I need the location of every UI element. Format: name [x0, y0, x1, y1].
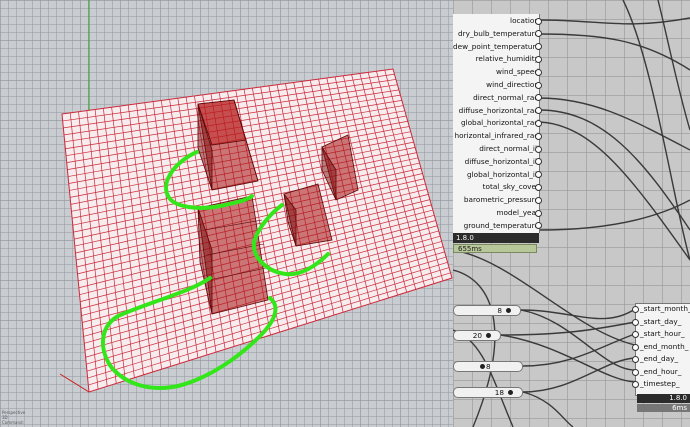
slider-end-hour[interactable]: 18: [453, 387, 523, 398]
slider-start-month[interactable]: 8: [453, 305, 521, 316]
output-ground-temperature[interactable]: ground_temperature: [453, 219, 544, 232]
output-grip[interactable]: [535, 119, 542, 127]
slider-knob[interactable]: [506, 308, 511, 313]
slider-knob[interactable]: [508, 390, 513, 395]
grasshopper-canvas[interactable]: 1.8.0 655ms 8 20 8 18 1.8.0 6ms location…: [453, 0, 690, 427]
output-grip[interactable]: [535, 183, 542, 191]
output-diffuse-horizontal-rad[interactable]: diffuse_horizontal_rad: [453, 104, 544, 117]
slider-value: 20: [472, 331, 482, 340]
input-start-hour[interactable]: _start_hour_: [637, 328, 685, 340]
input-grip[interactable]: [632, 306, 639, 313]
rhino-viewport[interactable]: Perspective 3D Command:: [0, 0, 453, 427]
analysis-runtime: 6ms: [637, 404, 690, 412]
output-direct-normal-rad[interactable]: direct_normal_rad: [453, 91, 544, 104]
output-location[interactable]: location: [453, 14, 544, 27]
input-end-day[interactable]: _end_day_: [637, 353, 678, 365]
output-grip[interactable]: [535, 196, 542, 204]
slider-knob[interactable]: [480, 364, 485, 369]
slider-value: 18: [494, 388, 504, 397]
output-grip[interactable]: [535, 17, 542, 25]
slider-start-day[interactable]: 20: [453, 330, 501, 341]
output-barometric-pressure[interactable]: barometric_pressure: [453, 193, 544, 206]
output-grip[interactable]: [535, 145, 542, 153]
output-grip[interactable]: [535, 132, 542, 140]
input-start-day[interactable]: _start_day_: [637, 316, 681, 328]
input-grip[interactable]: [632, 368, 639, 376]
output-relative-humidity[interactable]: relative_humidity: [453, 52, 544, 65]
input-grip[interactable]: [632, 331, 639, 338]
output-grip[interactable]: [535, 55, 542, 63]
output-total-sky-cover[interactable]: total_sky_cover: [453, 180, 544, 193]
output-model-year[interactable]: model_year: [453, 206, 544, 219]
viewport-scene: [59, 0, 453, 393]
output-grip[interactable]: [535, 68, 542, 76]
viewport-status: Perspective 3D Command:: [2, 410, 26, 425]
output-global-horizontal-rad[interactable]: global_horizontal_rad: [453, 116, 544, 129]
output-wind-speed[interactable]: wind_speed: [453, 65, 544, 78]
component-runtime: 655ms: [453, 244, 537, 253]
output-direct-normal-ill[interactable]: direct_normal_ill: [453, 142, 544, 155]
output-dew-point-temperature[interactable]: dew_point_temperature: [453, 40, 544, 53]
input-grip[interactable]: [632, 356, 639, 363]
output-global-horizontal-ill[interactable]: global_horizontal_ill: [453, 168, 544, 181]
input-grip[interactable]: [632, 318, 639, 326]
output-dry-bulb-temperature[interactable]: dry_bulb_temperature: [453, 27, 544, 40]
output-horizontal-infrared-rad[interactable]: horizontal_infrared_rad: [453, 129, 544, 142]
input-grip[interactable]: [632, 343, 639, 351]
slider-value: 8: [497, 306, 502, 315]
slider-knob[interactable]: [486, 333, 491, 338]
slider-value: 8: [486, 362, 491, 371]
input-timestep[interactable]: _timestep_: [637, 378, 680, 390]
input-end-hour[interactable]: _end_hour_: [637, 366, 681, 378]
output-wind-direction[interactable]: wind_direction: [453, 78, 544, 91]
component-version-bar: 1.8.0: [453, 233, 539, 243]
slider-end-month[interactable]: 8: [453, 361, 523, 372]
input-grip[interactable]: [632, 381, 639, 388]
input-end-month[interactable]: _end_month_: [637, 341, 688, 353]
analysis-version-bar: 1.8.0: [637, 394, 690, 403]
x-axis: [59, 373, 90, 393]
output-grip[interactable]: [535, 209, 542, 217]
output-grip[interactable]: [535, 81, 542, 89]
output-diffuse-horizontal-ill[interactable]: diffuse_horizontal_ill: [453, 155, 544, 168]
input-start-month[interactable]: _start_month_: [637, 303, 690, 315]
